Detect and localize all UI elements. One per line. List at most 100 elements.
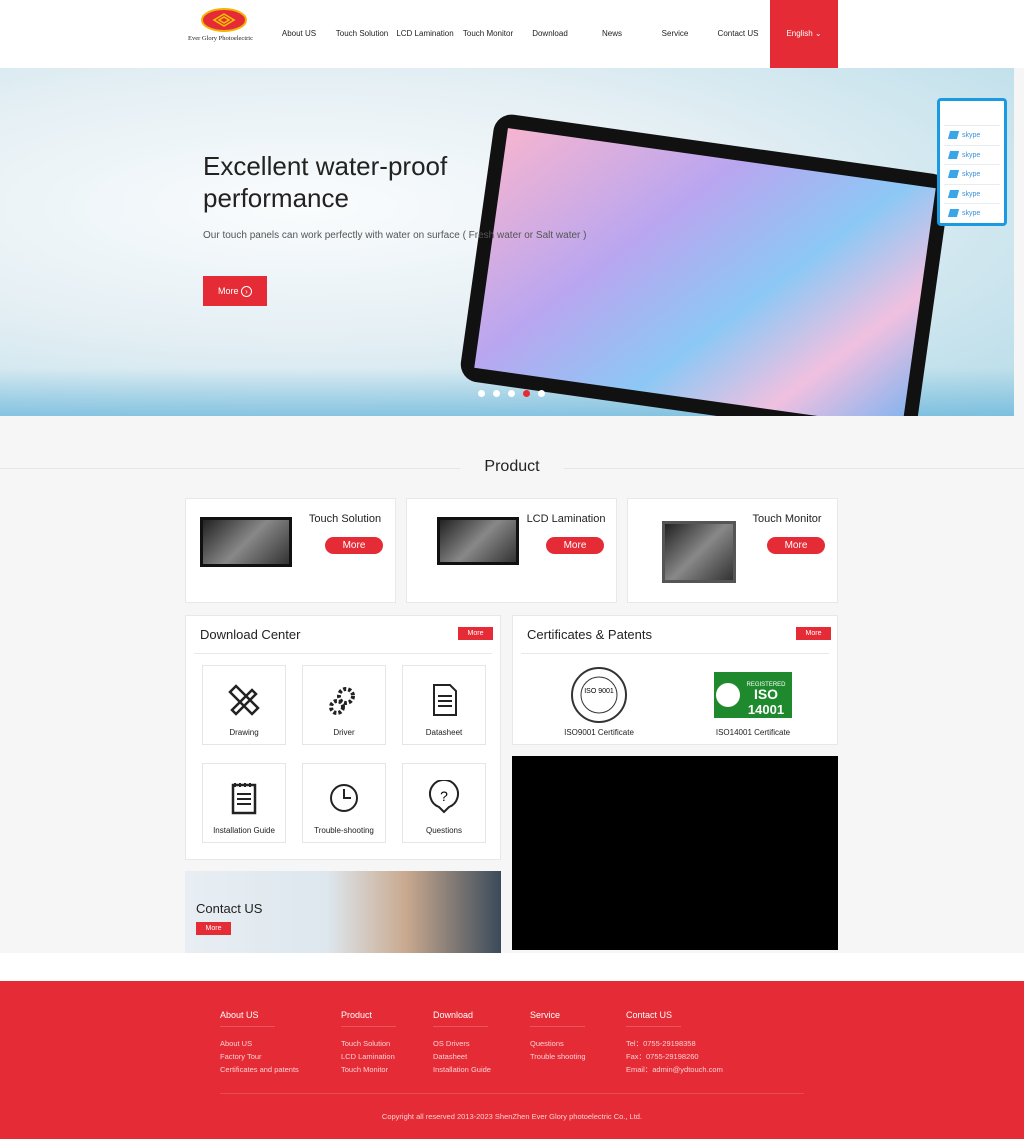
nav-news[interactable]: News [592, 0, 632, 68]
cert-label: ISO14001 Certificate [715, 728, 791, 737]
slide-dot[interactable] [523, 390, 530, 397]
skype-link[interactable]: skype [944, 203, 1000, 223]
product-more-button[interactable]: More [767, 537, 825, 554]
slider-dots [478, 390, 545, 397]
footer-link[interactable]: Factory Tour [220, 1050, 299, 1063]
footer-link[interactable]: Datasheet [433, 1050, 491, 1063]
header: Ever Glory Photoelectric About US Touch … [0, 0, 1024, 68]
footer-link[interactable]: Trouble shooting [530, 1050, 586, 1063]
iso14001-certificate[interactable]: REGISTERED ISO 14001 ISO14001 Certificate [713, 666, 793, 737]
download-item-label: Datasheet [425, 728, 463, 737]
slide-dot[interactable] [478, 390, 485, 397]
download-item[interactable]: Installation Guide [202, 763, 286, 843]
footer-column: Service Questions Trouble shooting [530, 1010, 586, 1063]
footer-link[interactable]: Touch Solution [341, 1037, 396, 1050]
contact-more-button[interactable]: More [196, 922, 231, 935]
nav-download[interactable]: Download [525, 0, 575, 68]
skype-link[interactable]: skype [944, 144, 1000, 165]
nav-service[interactable]: Service [655, 0, 695, 68]
product-image [662, 521, 736, 583]
download-item[interactable]: ? Questions [402, 763, 486, 843]
question-icon: ? [429, 779, 459, 814]
skype-link[interactable]: skype [944, 125, 1000, 145]
drawing-tools-icon [228, 684, 260, 716]
footer-heading[interactable]: Download [433, 1010, 488, 1027]
download-item[interactable]: Datasheet [402, 665, 486, 745]
product-more-button[interactable]: More [325, 537, 383, 554]
nav-lcd-lamination[interactable]: LCD Lamination [395, 0, 455, 68]
nav-about-us[interactable]: About US [276, 0, 322, 68]
slide-dot[interactable] [538, 390, 545, 397]
download-item[interactable]: Driver [302, 665, 386, 745]
slide-dot[interactable] [493, 390, 500, 397]
certs-more-button[interactable]: More [796, 627, 831, 640]
footer-link[interactable]: Installation Guide [433, 1063, 491, 1076]
footer-column: Contact US Tel：0755-29198358 Fax：0755-2919… [626, 1010, 723, 1076]
footer-link[interactable]: About US [220, 1037, 299, 1050]
svg-text:14001: 14001 [748, 702, 784, 717]
svg-text:ISO 9001: ISO 9001 [584, 688, 614, 695]
language-selector[interactable]: English ⌄ [770, 0, 838, 68]
language-label: English [786, 29, 813, 38]
footer-link[interactable]: Tel：0755-29198358 [626, 1037, 723, 1050]
download-item-label: Installation Guide [213, 826, 275, 835]
footer-link[interactable]: LCD Lamination [341, 1050, 396, 1063]
download-title: Download Center [200, 627, 301, 642]
product-card-lcd-lamination[interactable]: LCD Lamination More [406, 498, 617, 603]
contact-banner[interactable]: Contact US More [185, 871, 501, 953]
download-item[interactable]: Trouble-shooting [302, 763, 386, 843]
arrow-circle-icon: › [241, 286, 253, 298]
spacer [0, 953, 1024, 981]
hero-slider: Excellent water-proof performance Our to… [0, 68, 1014, 416]
logo[interactable]: Ever Glory Photoelectric [188, 6, 263, 46]
iso14001-logo-icon: REGISTEREDISO14001 [714, 672, 792, 718]
document-icon [433, 684, 457, 716]
iso9001-seal-icon: ISO 9001 [571, 667, 627, 723]
notepad-icon [231, 783, 257, 815]
skype-icon [947, 150, 960, 159]
slide-dot[interactable] [508, 390, 515, 397]
skype-icon [947, 170, 960, 179]
footer-link[interactable]: Email：admin@ydtouch.com [626, 1063, 723, 1076]
skype-link[interactable]: skype [944, 164, 1000, 184]
download-more-button[interactable]: More [458, 627, 493, 640]
contact-title: Contact US [196, 901, 263, 916]
nav-contact-us[interactable]: Contact US [712, 0, 764, 68]
chevron-down-icon: ⌄ [814, 29, 822, 38]
footer-column: About US About US Factory Tour Certificates… [220, 1010, 299, 1076]
footer-heading[interactable]: About US [220, 1010, 275, 1027]
footer-link[interactable]: Certificates and patents [220, 1063, 299, 1076]
video-player[interactable] [512, 756, 838, 950]
footer-heading[interactable]: Contact US [626, 1010, 681, 1027]
gears-icon [329, 687, 355, 715]
nav-touch-monitor[interactable]: Touch Monitor [459, 0, 517, 68]
cert-label: ISO9001 Certificate [564, 728, 634, 737]
iso9001-certificate[interactable]: ISO 9001 ISO9001 Certificate [559, 666, 639, 737]
footer-heading[interactable]: Product [341, 1010, 396, 1027]
product-title: LCD Lamination [526, 513, 606, 525]
footer-link[interactable]: Touch Monitor [341, 1063, 396, 1076]
download-center: Download Center More Drawing Driver Datash… [185, 615, 501, 860]
product-card-touch-solution[interactable]: Touch Solution More [185, 498, 396, 603]
download-item-label: Trouble-shooting [314, 826, 374, 835]
product-card-touch-monitor[interactable]: Touch Monitor More [627, 498, 838, 603]
download-item-label: Drawing [229, 728, 259, 737]
certs-title: Certificates & Patents [527, 627, 652, 642]
product-heading: Product [484, 458, 540, 475]
download-item-label: Questions [425, 826, 463, 835]
footer: About US About US Factory Tour Certificates… [0, 981, 1024, 1139]
skype-label: skype [962, 171, 981, 178]
divider [194, 653, 492, 654]
download-item[interactable]: Drawing [202, 665, 286, 745]
skype-link[interactable]: skype [944, 183, 1000, 204]
hero-more-button[interactable]: More › [203, 276, 267, 306]
footer-link[interactable]: Fax：0755-29198260 [626, 1050, 723, 1063]
footer-link[interactable]: Questions [530, 1037, 586, 1050]
nav-touch-solution[interactable]: Touch Solution [333, 0, 391, 68]
product-more-button[interactable]: More [546, 537, 604, 554]
footer-link[interactable]: OS Drivers [433, 1037, 491, 1050]
footer-heading[interactable]: Service [530, 1010, 585, 1027]
clock-icon [330, 784, 358, 812]
product-title: Touch Monitor [752, 513, 822, 525]
footer-column: Product Touch Solution LCD Lamination Touch… [341, 1010, 396, 1076]
